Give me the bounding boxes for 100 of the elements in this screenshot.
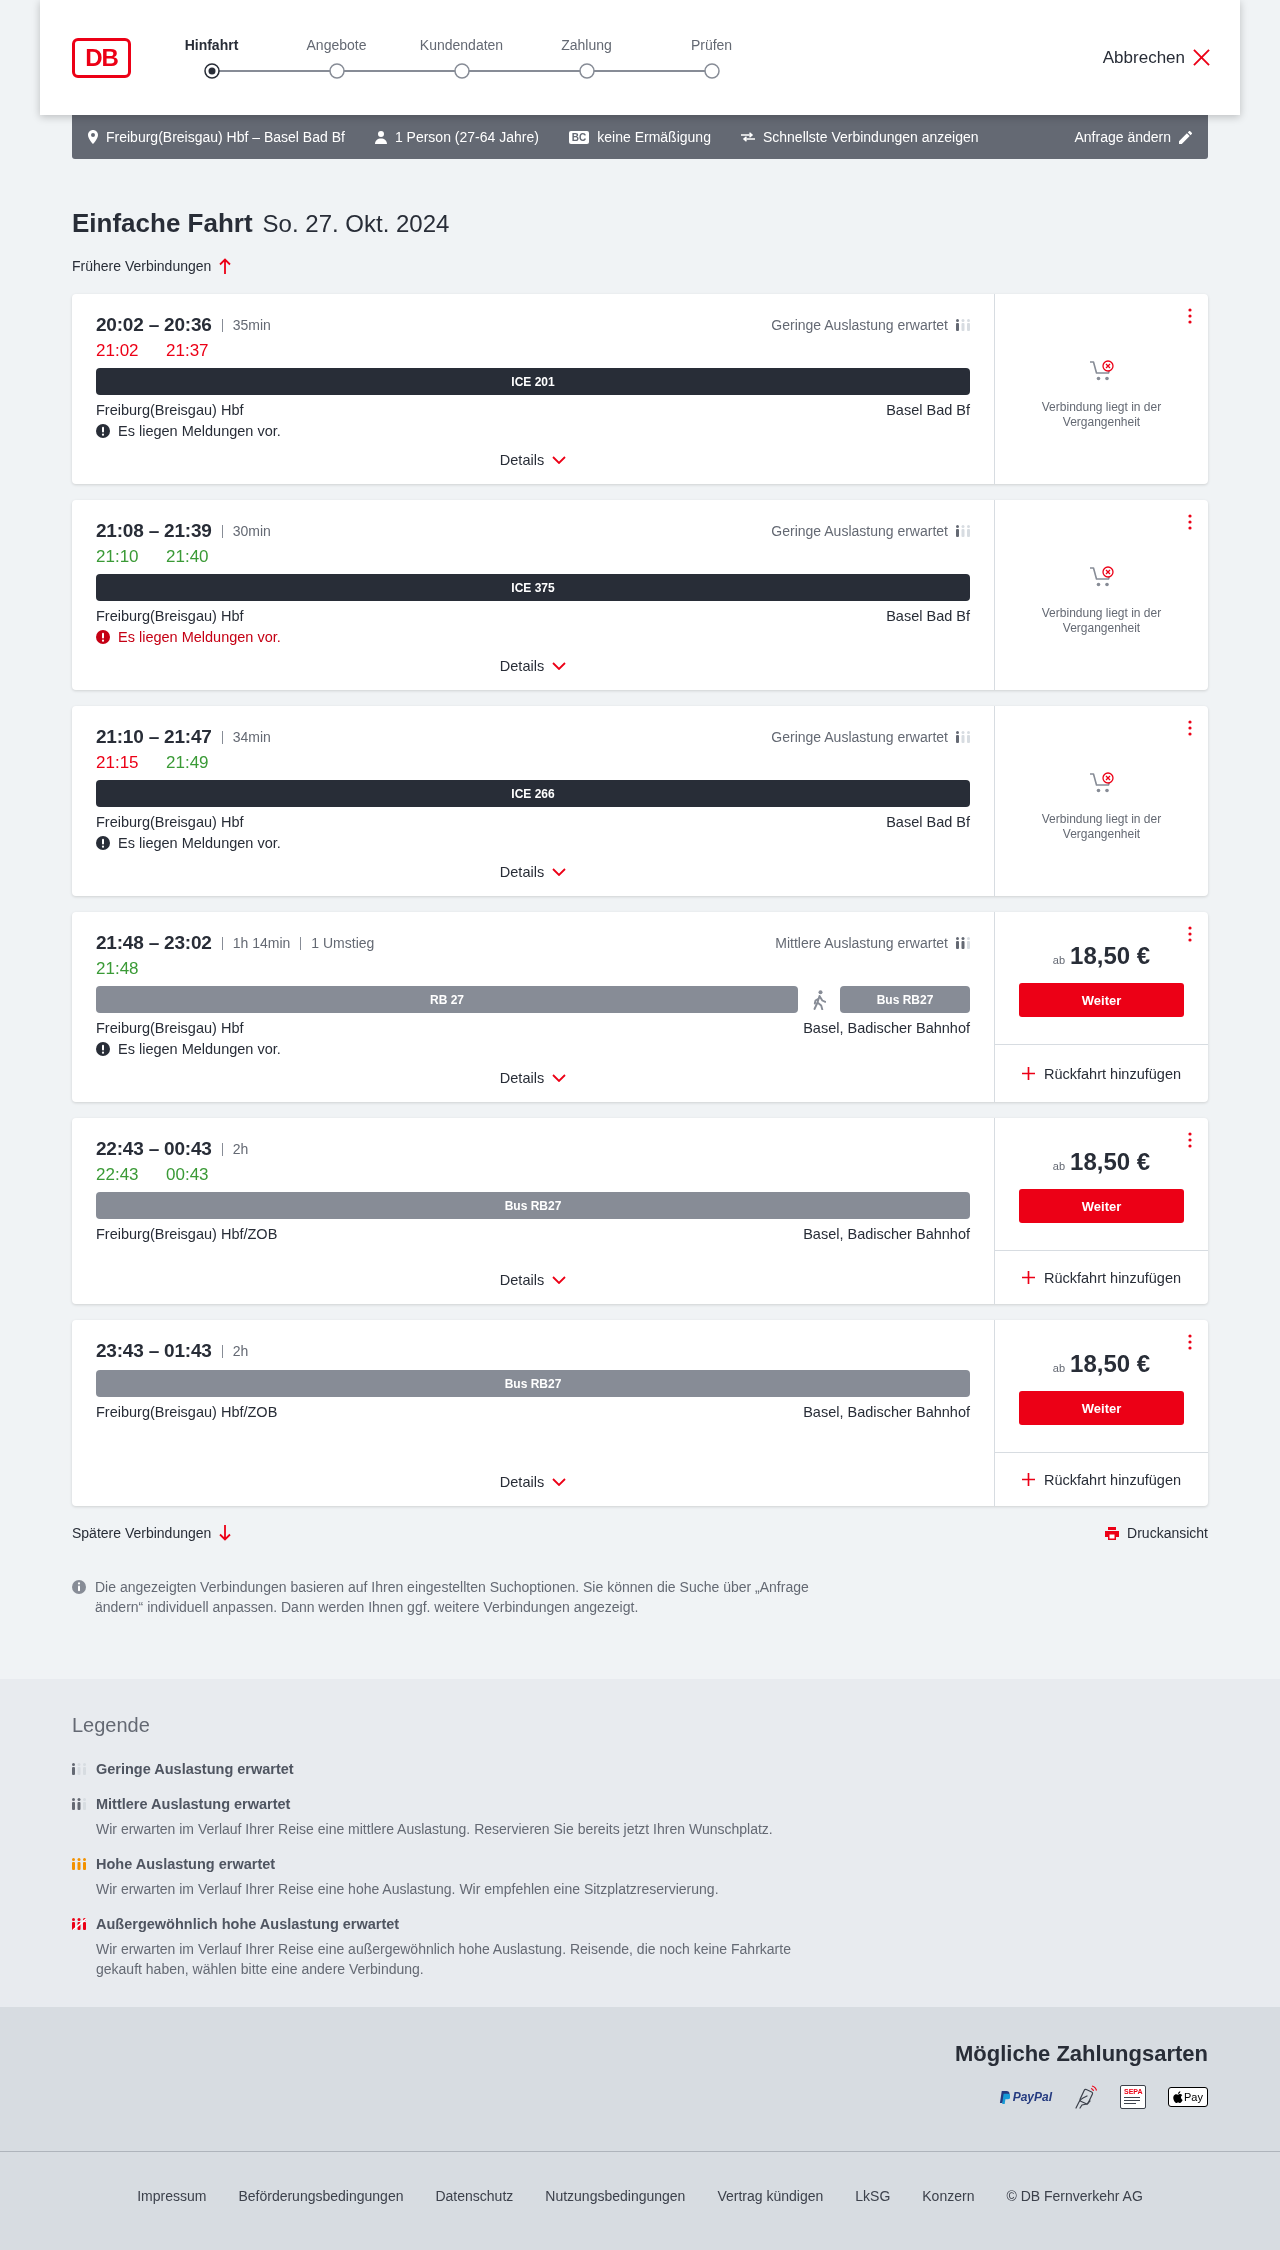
legend-label: Außergewöhnlich hohe Auslastung erwartet bbox=[96, 1915, 400, 1934]
price-prefix: ab bbox=[1052, 1362, 1066, 1374]
details-button[interactable]: Details bbox=[499, 648, 567, 678]
duration-text: 2h bbox=[232, 1343, 249, 1359]
more-options-icon[interactable] bbox=[1188, 1132, 1192, 1148]
travel-date: So. 27. Okt. 2024 bbox=[262, 209, 450, 239]
later-connections-link[interactable]: Spätere Verbindungen bbox=[72, 1523, 232, 1543]
chevron-down-icon bbox=[552, 1276, 567, 1284]
notice-text: Es liegen Meldungen vor. bbox=[118, 423, 281, 439]
realtime-arrival: 00:43 bbox=[166, 1165, 210, 1185]
continue-button[interactable]: Weiter bbox=[1019, 1391, 1184, 1425]
footer-link[interactable]: Impressum bbox=[137, 2188, 207, 2204]
more-options-icon[interactable] bbox=[1188, 308, 1192, 324]
realtime-departure: 21:02 bbox=[96, 341, 140, 361]
notice-text: Es liegen Meldungen vor. bbox=[118, 629, 281, 645]
realtime-arrival: 21:40 bbox=[166, 547, 210, 567]
more-options-icon[interactable] bbox=[1188, 514, 1192, 530]
step-label: Hinfahrt bbox=[184, 36, 239, 54]
details-button[interactable]: Details bbox=[499, 442, 567, 472]
more-options-icon[interactable] bbox=[1188, 926, 1192, 942]
transport-segment-bar[interactable]: ICE 375 bbox=[96, 574, 970, 601]
db-logo[interactable]: DB bbox=[72, 37, 131, 78]
arrow-down-icon bbox=[219, 1525, 232, 1541]
info-note: Die angezeigten Verbindungen basieren auf Ihren eingestellten Suchoptionen. Sie können die Suche über „Anfrage ändern“ individuell anpassen. Dann werden Ihnen ggf. weitere Verbindungen angezeigt. bbox=[95, 1578, 810, 1617]
add-return-trip-button[interactable]: Rückfahrt hinzufügen bbox=[995, 1044, 1208, 1102]
footer-link[interactable]: Datenschutz bbox=[435, 2188, 514, 2204]
realtime-arrival: 21:49 bbox=[166, 753, 210, 773]
details-button[interactable]: Details bbox=[499, 1262, 567, 1292]
details-button[interactable]: Details bbox=[499, 854, 567, 884]
legend-label: Hohe Auslastung erwartet bbox=[96, 1855, 276, 1874]
journey-times: 21:48 – 23:02 bbox=[96, 932, 212, 954]
paypal-label: PayPal bbox=[1012, 2090, 1053, 2104]
transfers-text: 1 Umstieg bbox=[311, 935, 375, 951]
price-prefix: ab bbox=[1052, 954, 1066, 966]
realtime-departure: 22:43 bbox=[96, 1165, 140, 1185]
p-monogram-icon bbox=[998, 2090, 1010, 2104]
passengers-text: 1 Person (27-64 Jahre) bbox=[394, 129, 539, 145]
earlier-connections-link[interactable]: Frühere Verbindungen bbox=[72, 256, 232, 276]
hand-card-icon bbox=[1074, 2085, 1099, 2109]
legend-label: Mittlere Auslastung erwartet bbox=[96, 1795, 291, 1814]
journey-times: 21:08 – 21:39 bbox=[96, 520, 212, 542]
trip-type-heading: Einfache Fahrt bbox=[72, 207, 253, 239]
close-icon bbox=[1193, 49, 1210, 66]
edit-request-link[interactable]: Anfrage ändern bbox=[1074, 129, 1192, 145]
continue-button[interactable]: Weiter bbox=[1019, 983, 1184, 1017]
info-icon bbox=[72, 1580, 86, 1594]
step-label: Zahlung bbox=[561, 36, 612, 54]
realtime-arrival: 21:37 bbox=[166, 341, 210, 361]
origin-station: Freiburg(Breisgau) Hbf bbox=[96, 813, 244, 832]
journey-times: 23:43 – 01:43 bbox=[96, 1340, 212, 1362]
occupancy-text: Geringe Auslastung erwartet bbox=[771, 317, 948, 333]
past-connection-text: Verbindung liegt in der Vergangenheit bbox=[1040, 812, 1163, 842]
footer-link[interactable]: Konzern bbox=[922, 2188, 975, 2204]
footer-link[interactable]: LkSG bbox=[855, 2188, 891, 2204]
destination-station: Basel Bad Bf bbox=[886, 401, 970, 420]
destination-station: Basel Bad Bf bbox=[886, 813, 970, 832]
continue-button[interactable]: Weiter bbox=[1019, 1189, 1184, 1223]
price-text: 18,50 € bbox=[1070, 1350, 1151, 1378]
printer-icon bbox=[1105, 1526, 1120, 1540]
step-label: Kundendaten bbox=[419, 36, 504, 54]
footer-link[interactable]: Vertrag kündigen bbox=[717, 2188, 824, 2204]
print-view-link[interactable]: Druckansicht bbox=[1105, 1523, 1208, 1543]
transport-segment-bar[interactable]: ICE 201 bbox=[96, 368, 970, 395]
realtime-departure: 21:10 bbox=[96, 547, 140, 567]
footer-link[interactable]: Beförderungsbedingungen bbox=[238, 2188, 404, 2204]
duration-text: 34min bbox=[232, 729, 271, 745]
location-pin-icon bbox=[88, 130, 98, 144]
notice-text: Es liegen Meldungen vor. bbox=[118, 835, 281, 851]
legend-label: Geringe Auslastung erwartet bbox=[96, 1760, 294, 1779]
swap-arrows-icon bbox=[740, 132, 755, 142]
footer-link[interactable]: © DB Fernverkehr AG bbox=[1006, 2188, 1143, 2204]
past-connection-text: Verbindung liegt in der Vergangenheit bbox=[1040, 400, 1163, 430]
cart-cross-icon bbox=[1088, 772, 1115, 794]
occupancy-text: Geringe Auslastung erwartet bbox=[771, 523, 948, 539]
price-prefix: ab bbox=[1052, 1160, 1066, 1172]
transport-segment-bar[interactable]: ICE 266 bbox=[96, 780, 970, 807]
add-return-trip-button[interactable]: Rückfahrt hinzufügen bbox=[995, 1452, 1208, 1506]
more-options-icon[interactable] bbox=[1188, 1334, 1192, 1350]
realtime-departure: 21:48 bbox=[96, 959, 140, 979]
legend-description: Wir erwarten im Verlauf Ihrer Reise eine hohe Auslastung. Wir empfehlen eine Sitzplatzreservierung. bbox=[96, 1880, 720, 1899]
duration-text: 2h bbox=[232, 1141, 249, 1157]
chevron-down-icon bbox=[552, 1478, 567, 1486]
destination-station: Basel, Badischer Bahnhof bbox=[803, 1403, 970, 1422]
payment-methods-title: Mögliche Zahlungsarten bbox=[954, 2041, 1208, 2067]
arrow-up-icon bbox=[219, 258, 232, 274]
footer-link[interactable]: Nutzungsbedingungen bbox=[545, 2188, 686, 2204]
duration-text: 35min bbox=[232, 317, 271, 333]
add-return-trip-button[interactable]: Rückfahrt hinzufügen bbox=[995, 1250, 1208, 1304]
journey-times: 20:02 – 20:36 bbox=[96, 314, 212, 336]
cancel-button[interactable]: Abbrechen bbox=[1102, 47, 1210, 68]
realtime-departure: 21:15 bbox=[96, 753, 140, 773]
discount-text: keine Ermäßigung bbox=[597, 129, 711, 145]
details-button[interactable]: Details bbox=[499, 1464, 567, 1494]
cart-cross-icon bbox=[1088, 566, 1115, 588]
details-button[interactable]: Details bbox=[499, 1060, 567, 1090]
destination-station: Basel Bad Bf bbox=[886, 607, 970, 626]
journey-times: 22:43 – 00:43 bbox=[96, 1138, 212, 1160]
step-label: Prüfen bbox=[690, 36, 733, 54]
legend-description: Wir erwarten im Verlauf Ihrer Reise eine außergewöhnlich hohe Auslastung. Reisende, die noch keine Fahrkarte gekauft haben, wählen bitte eine andere Verbindung. bbox=[96, 1940, 792, 1979]
more-options-icon[interactable] bbox=[1188, 720, 1192, 736]
